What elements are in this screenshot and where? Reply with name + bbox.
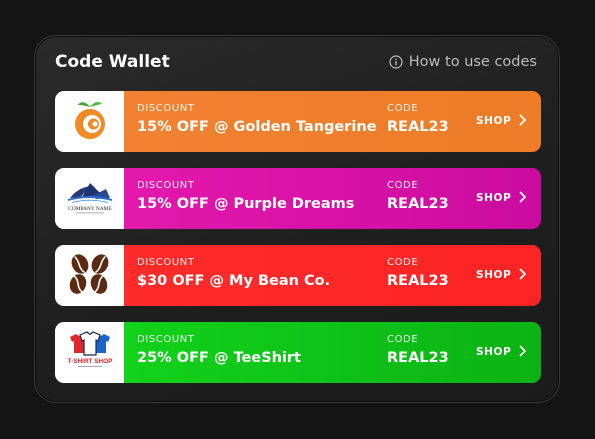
shop-button-label: SHOP: [476, 192, 512, 204]
shop-button[interactable]: SHOP: [476, 344, 527, 360]
merchant-logo: COMPANY NAME: [55, 168, 124, 229]
shop-button-label: SHOP: [476, 346, 512, 358]
svg-text:COMPANY NAME: COMPANY NAME: [68, 206, 112, 212]
discount-label: DISCOUNT: [137, 103, 195, 114]
offer-card[interactable]: DISCOUNT $30 OFF @ My Bean Co. CODE REAL…: [55, 245, 541, 306]
shop-button[interactable]: SHOP: [476, 113, 527, 129]
company-name-logo-icon: COMPANY NAME: [62, 177, 118, 221]
chevron-right-icon: [519, 114, 527, 129]
coffee-beans-logo-icon: [63, 250, 117, 302]
discount-label: DISCOUNT: [137, 180, 195, 191]
merchant-logo: [55, 245, 124, 306]
code-label: CODE: [387, 180, 419, 191]
discount-text: 15% OFF @ Purple Dreams: [137, 196, 355, 212]
wallet-header: Code Wallet How to use codes: [55, 50, 537, 74]
code-label: CODE: [387, 334, 419, 345]
shop-button[interactable]: SHOP: [476, 267, 527, 283]
offer-band: DISCOUNT 25% OFF @ TeeShirt CODE REAL23 …: [124, 322, 541, 383]
offer-band: DISCOUNT $30 OFF @ My Bean Co. CODE REAL…: [124, 245, 541, 306]
promo-code[interactable]: REAL23: [387, 350, 449, 366]
how-to-use-codes-label: How to use codes: [408, 54, 537, 70]
merchant-logo: [55, 91, 124, 152]
shop-button[interactable]: SHOP: [476, 190, 527, 206]
svg-text:T-SHIRT SHOP: T-SHIRT SHOP: [67, 358, 112, 365]
tshirt-shop-logo-icon: T-SHIRT SHOP: [62, 329, 118, 377]
offer-card[interactable]: DISCOUNT 15% OFF @ Golden Tangerine CODE…: [55, 91, 541, 152]
wallet-title: Code Wallet: [55, 52, 170, 72]
code-wallet-panel: Code Wallet How to use codes DISCOUNT 15…: [34, 35, 560, 403]
discount-text: $30 OFF @ My Bean Co.: [137, 273, 331, 289]
shop-button-label: SHOP: [476, 269, 512, 281]
offer-card[interactable]: COMPANY NAME DISCOUNT 15% OFF @ Purple D…: [55, 168, 541, 229]
chevron-right-icon: [519, 268, 527, 283]
discount-text: 15% OFF @ Golden Tangerine: [137, 119, 377, 135]
info-circle-icon: [389, 55, 403, 69]
tangerine-logo-icon: [68, 98, 112, 146]
code-label: CODE: [387, 103, 419, 114]
discount-label: DISCOUNT: [137, 334, 195, 345]
code-label: CODE: [387, 257, 419, 268]
offer-band: DISCOUNT 15% OFF @ Golden Tangerine CODE…: [124, 91, 541, 152]
merchant-logo: T-SHIRT SHOP: [55, 322, 124, 383]
discount-text: 25% OFF @ TeeShirt: [137, 350, 301, 366]
how-to-use-codes-link[interactable]: How to use codes: [389, 50, 537, 74]
promo-code[interactable]: REAL23: [387, 273, 449, 289]
offer-card[interactable]: T-SHIRT SHOP DISCOUNT 25% OFF @ TeeShirt…: [55, 322, 541, 383]
offer-band: DISCOUNT 15% OFF @ Purple Dreams CODE RE…: [124, 168, 541, 229]
chevron-right-icon: [519, 345, 527, 360]
promo-code[interactable]: REAL23: [387, 119, 449, 135]
promo-code[interactable]: REAL23: [387, 196, 449, 212]
discount-label: DISCOUNT: [137, 257, 195, 268]
chevron-right-icon: [519, 191, 527, 206]
shop-button-label: SHOP: [476, 115, 512, 127]
